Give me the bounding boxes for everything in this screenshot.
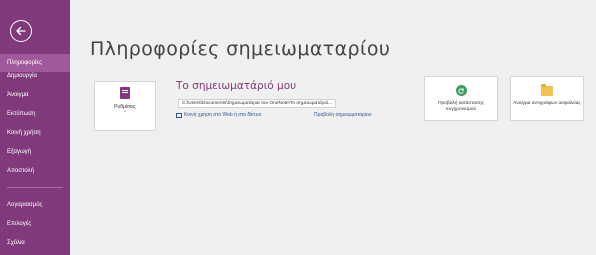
nav-divider [7,187,63,188]
nav-item-print[interactable]: Εκτύπωση [0,105,70,123]
folder-icon [541,84,553,96]
nav-item-options[interactable]: Επιλογές [0,215,70,233]
notebook-name: Το σημειωματάριό μου [176,80,297,92]
backstage-sidebar: Πληροφορίες Δημιουργία Άνοιγμα Εκτύπωση … [0,0,70,255]
sync-icon [455,85,467,96]
nav-item-open[interactable]: Άνοιγμα [0,86,70,104]
sync-status-label: Προβολή κατάστασης συγχρονισμού [438,101,484,112]
share-icon [176,112,182,118]
nav-item-account[interactable]: Λογαριασμός [0,196,70,214]
settings-label: Ρυθμίσεις [114,104,136,110]
nav-item-new[interactable]: Δημιουργία [0,67,70,85]
chevron-down-icon: ˅ [123,111,127,117]
main-content: Πληροφορίες σημειωματαρίου Ρυθμίσεις ˅ Τ… [70,0,596,255]
back-button[interactable] [10,20,32,42]
nav-item-share[interactable]: Κοινή χρήση [0,124,70,142]
arrow-left-icon [16,26,26,36]
page-title: Πληροφορίες σημειωματαρίου [90,38,391,60]
nav-item-export[interactable]: Εξαγωγή [0,143,70,161]
share-link-label: Κοινή χρήση στο Web ή στο δίκτυο [184,112,262,118]
nav-item-send[interactable]: Αποστολή [0,162,70,180]
sync-status-button[interactable]: Προβολή κατάστασης συγχρονισμού [424,76,498,121]
share-link[interactable]: Κοινή χρήση στο Web ή στο δίκτυο [176,112,261,118]
open-backups-label: Άνοιγμα αντιγράφων ασφαλείας [513,101,581,106]
notebook-path: C:\Users\Documents\Σημειωματάρια του One… [178,99,337,108]
notebook-icon [120,87,130,99]
nav-item-feedback[interactable]: Σχόλια [0,234,70,252]
view-notebook-link[interactable]: Προβολή σημειωματαρίου [314,112,372,118]
open-backups-button[interactable]: Άνοιγμα αντιγράφων ασφαλείας [510,76,584,121]
settings-button[interactable]: Ρυθμίσεις ˅ [94,81,156,131]
